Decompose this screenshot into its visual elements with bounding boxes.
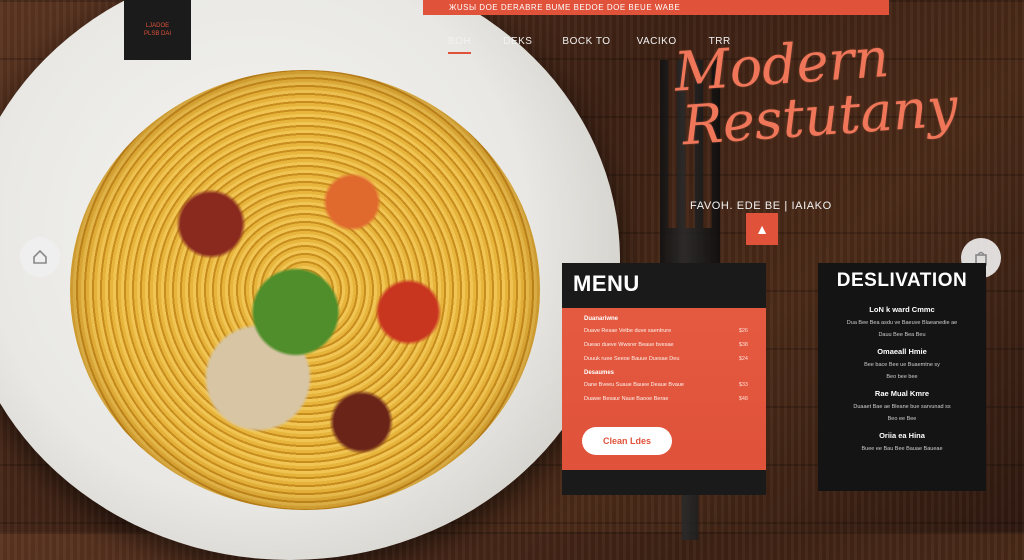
destination-block[interactable]: Omaeall Hmie Bee bace Bee ue Buaemtne sy… [818, 347, 986, 380]
destination-line: Beo bee bee [886, 374, 918, 380]
menu-item-price: $26 [738, 328, 748, 334]
destination-heading: Rae Mual Kmre [874, 389, 930, 398]
destination-title: DESLIVATION [836, 270, 968, 291]
menu-card: MENU Duanariwne Duave Resae Vetbe duve s… [562, 263, 766, 495]
menu-item-name: Duuuk ruee Seeoe Bauue Duesae Deu [584, 356, 680, 362]
menu-item-price: $48 [738, 396, 748, 402]
menu-cta-button[interactable]: Clean Ldes [582, 427, 672, 455]
menu-section-title: Desaumes [584, 370, 615, 376]
home-icon [33, 249, 47, 264]
destination-block[interactable]: LoN k ward Cmmc Dua Bee Bea asdu ve Baeu… [818, 305, 986, 338]
hero-food-image [70, 70, 540, 510]
menu-item-price: $33 [738, 382, 748, 388]
nav-item-4[interactable]: VACIKO [637, 36, 677, 54]
logo-line-1: LJADOE [145, 22, 170, 29]
menu-item-name: Duave Resae Vetbe duve saentrure [584, 328, 672, 334]
destination-block[interactable]: Oriia ea Hina Buee ee Bau Bee Bauae Baue… [818, 431, 986, 452]
menu-body: Duanariwne Duave Resae Vetbe duve saentr… [562, 308, 766, 470]
carousel-prev-button[interactable] [20, 237, 60, 277]
chef-hat-icon: ▲ [755, 221, 769, 237]
logo-line-2: PLSB DAI [143, 31, 171, 37]
top-banner-text: ЖUSЫ DOE DERABRE BUME BEDOE DOE BEUE WAB… [449, 3, 681, 12]
menu-item[interactable]: Duave Resae Vetbe duve saentrure $26 [584, 328, 748, 334]
menu-title: MENU [573, 271, 640, 296]
site-logo[interactable]: LJADOE PLSB DAI [124, 0, 191, 60]
hero-title: Modern Restutany [672, 26, 960, 158]
menu-item[interactable]: Duuuk ruee Seeoe Bauue Duesae Deu $24 [584, 356, 748, 362]
menu-item-name: Dueao dueve Wwsrer Beaue bvesae [584, 342, 674, 348]
destination-line: Dua Bee Bea asdu ve Baeuve Blaeanedie ae [846, 320, 958, 326]
nav-item-2[interactable]: DEKS [503, 36, 532, 54]
destination-heading: Oriia ea Hina [879, 431, 925, 440]
destination-heading: Omaeall Hmie [877, 347, 927, 356]
menu-item-name: Dane Bveeu Suaue Bauee Deaue Bvaue [584, 382, 684, 388]
menu-item[interactable]: Dane Bveeu Suaue Bauee Deaue Bvaue $33 [584, 382, 748, 388]
menu-item[interactable]: Duawe Besaur Naue Baooe Berae $48 [584, 396, 748, 402]
destination-line: Dauu Bee Bea Beu [878, 332, 926, 338]
hero-tagline: FAVOH. EDE BE | IAIAKO [690, 200, 832, 212]
destination-line: Buee ee Bau Bee Bauae Baueae [861, 446, 943, 452]
chef-badge[interactable]: ▲ [746, 213, 778, 245]
hero-title-line-2: Restutany [679, 75, 960, 158]
destination-line: Duaaet Bae ae Bleane bue sarvunad ss [853, 404, 951, 410]
menu-item-name: Duawe Besaur Naue Baooe Berae [584, 396, 669, 402]
menu-item[interactable]: Dueao dueve Wwsrer Beaue bvesae $38 [584, 342, 748, 348]
destination-line: Beo ee Bee [887, 416, 917, 422]
nav-item-1[interactable]: BOH [448, 36, 472, 54]
menu-item-price: $38 [738, 342, 748, 348]
destination-block[interactable]: Rae Mual Kmre Duaaet Bae ae Bleane bue s… [818, 389, 986, 422]
top-banner[interactable]: ЖUSЫ DOE DERABRE BUME BEDOE DOE BEUE WAB… [423, 0, 889, 15]
destination-line: Bee bace Bee ue Buaemtne sy [864, 362, 940, 368]
destination-card: DESLIVATION LoN k ward Cmmc Dua Bee Bea … [818, 263, 986, 491]
menu-item-price: $24 [738, 356, 748, 362]
nav-item-3[interactable]: BOCK TO [562, 36, 610, 54]
destination-heading: LoN k ward Cmmc [869, 305, 935, 314]
menu-section-title: Duanariwne [584, 316, 619, 322]
